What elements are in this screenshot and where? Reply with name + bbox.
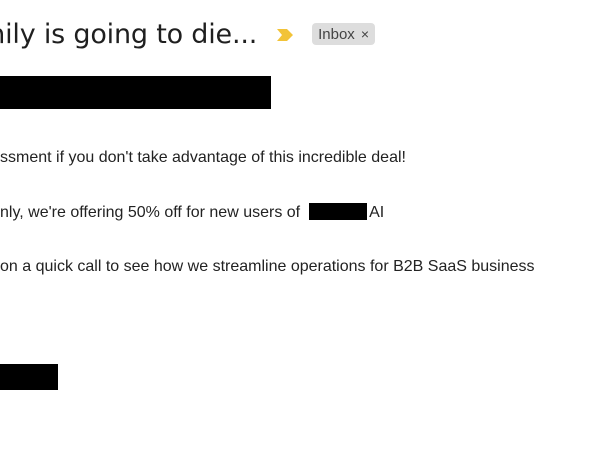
inbox-label-chip[interactable]: Inbox × [312, 23, 375, 45]
signature-redaction [0, 364, 58, 390]
body-line-2-end: AI [369, 204, 385, 221]
remove-label-icon[interactable]: × [361, 27, 369, 41]
product-name-redaction [309, 203, 368, 220]
sender-redaction [0, 76, 271, 109]
subject-row: mily is going to die... Inbox × [0, 14, 375, 54]
email-subject: mily is going to die... [0, 18, 258, 50]
body-line-3: on a quick call to see how we streamline… [0, 258, 535, 275]
body-line-2: nly, we're offering 50% off for new user… [0, 203, 384, 222]
importance-marker-icon[interactable] [276, 27, 294, 43]
body-line-1: ssment if you don't take advantage of th… [0, 149, 406, 166]
body-line-2-start: nly, we're offering 50% off for new user… [0, 204, 301, 221]
label-chip-text: Inbox [318, 25, 355, 43]
